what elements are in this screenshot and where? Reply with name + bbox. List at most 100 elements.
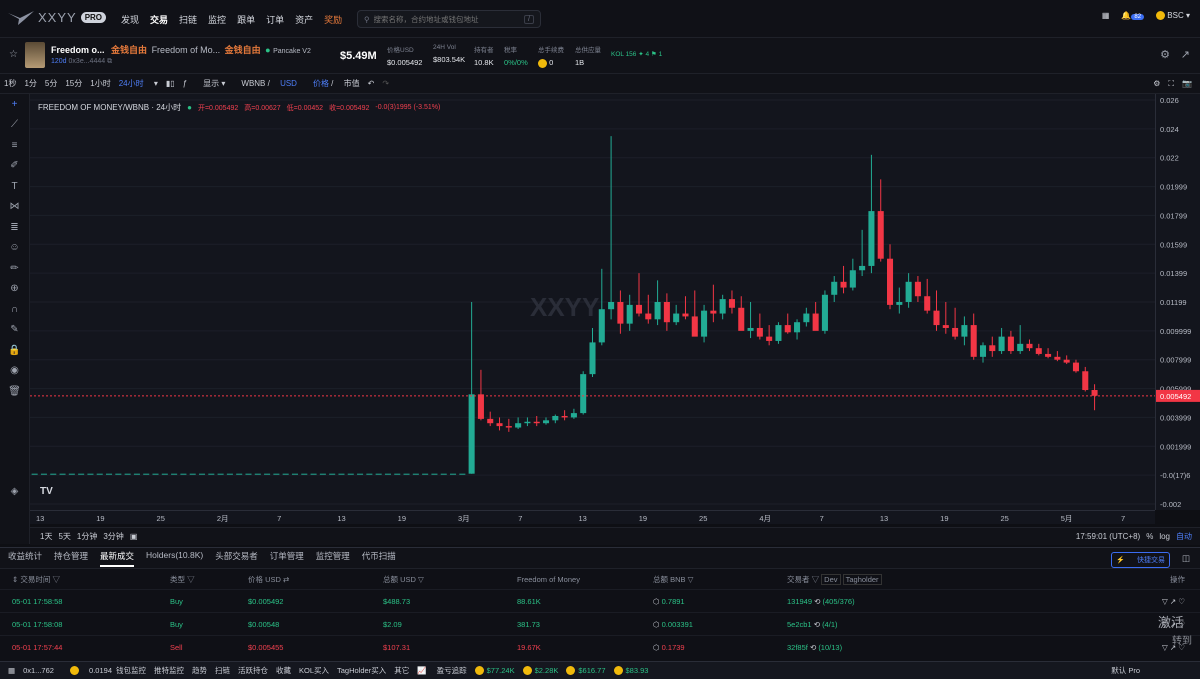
trader-address[interactable]: 131949 [787, 597, 812, 606]
ruler-icon[interactable]: ✏ [0, 258, 29, 279]
tab-4[interactable]: 头部交易者 [215, 550, 258, 567]
brand-logo[interactable]: XXYY PRO [8, 10, 107, 25]
copy-icon[interactable]: ⧉ [107, 58, 112, 65]
quick-trade-button[interactable]: ⚡ 快捷交易 [1111, 552, 1170, 568]
interval-0[interactable]: 1秒 [4, 79, 16, 88]
kol-stats[interactable]: KOL 156 ✦ 4 ⚑ 1 [611, 50, 662, 58]
status-link-4[interactable]: 活跃持仓 [238, 666, 268, 675]
status-link-8[interactable]: 其它 [394, 666, 409, 675]
emoji-icon[interactable]: ☺ [0, 238, 29, 259]
header-trader[interactable]: 交易者 ▽ Dev Tagholder [787, 573, 1137, 585]
indicator-icon[interactable]: ƒ [183, 79, 187, 88]
status-link-0[interactable]: 钱包监控 [116, 666, 146, 675]
price-chart[interactable]: XXYY TV [30, 94, 1155, 510]
interval-3[interactable]: 15分 [65, 79, 82, 88]
status-link-1[interactable]: 推特监控 [154, 666, 184, 675]
status-link-6[interactable]: KOL买入 [299, 666, 329, 675]
share-icon[interactable]: ↗ [1181, 48, 1190, 61]
layers-icon[interactable]: ◈ [0, 482, 29, 503]
trendline-icon[interactable]: ⟋ [0, 115, 29, 136]
tab-1[interactable]: 持仓管理 [54, 550, 88, 567]
search-input[interactable] [373, 14, 525, 24]
dev-filter[interactable]: Dev [821, 573, 841, 585]
header-time[interactable]: ⇕ 交易时间 ▽ [0, 574, 170, 585]
chain-selector[interactable]: BSC ▾ [1156, 11, 1190, 21]
header-bnb[interactable]: 总额 BNB ▽ [653, 574, 787, 585]
lock-draw-icon[interactable]: ✎ [0, 320, 29, 341]
eye-icon[interactable]: ◉ [0, 361, 29, 382]
trade-trader[interactable]: 131949 ⟲ (405/376) [787, 597, 1137, 606]
interval-dropdown-icon[interactable]: ▾ [152, 79, 158, 88]
price-axis[interactable]: 0.026 0.024 0.022 0.01999 0.01799 0.01599 0.01… [1155, 94, 1200, 510]
wallet-address[interactable]: 0x1...762 [23, 666, 54, 675]
status-link-2[interactable]: 趋势 [192, 666, 207, 675]
trader-link-icon[interactable]: ⟲ [812, 620, 822, 629]
trader-address[interactable]: 32f85f [787, 643, 808, 652]
trader-link-icon[interactable]: ⟲ [812, 597, 822, 606]
range-3[interactable]: 3分钟 [103, 532, 123, 541]
trash-icon[interactable]: 🗑 [0, 381, 29, 402]
tab-0[interactable]: 收益统计 [8, 550, 42, 567]
trader-link-icon[interactable]: ⟲ [808, 643, 818, 652]
heart-icon[interactable]: ♡ [1178, 597, 1185, 606]
search-box[interactable]: ⚲ / [357, 10, 541, 28]
fib-icon[interactable]: ≡ [0, 135, 29, 156]
table-row[interactable]: 05-01 17:58:58 Buy $0.005492 $488.73 88.61K ⬡… [0, 589, 1200, 612]
candle-type-icon[interactable]: ▮▯ [166, 79, 175, 88]
range-2[interactable]: 1分钟 [77, 532, 97, 541]
chart-settings-icon[interactable]: ⚙ [1153, 79, 1160, 88]
percent-toggle[interactable]: % [1146, 532, 1153, 541]
tab-6[interactable]: 监控管理 [316, 550, 350, 567]
range-0[interactable]: 1天 [40, 532, 52, 541]
tagholder-filter[interactable]: Tagholder [842, 573, 882, 585]
bell-icon[interactable]: 🔔 82 [1121, 11, 1145, 21]
nav-item-1[interactable]: 交易 [150, 13, 168, 26]
fullscreen-icon[interactable]: ⛶ [1168, 79, 1174, 89]
nav-item-0[interactable]: 发现 [121, 13, 139, 26]
panel-toggle-icon[interactable]: ◫ [1182, 553, 1190, 564]
undo-icon[interactable]: ↶ [368, 79, 375, 88]
status-link-7[interactable]: TagHolder买入 [337, 666, 386, 675]
mode-toggle[interactable]: 价格 / 市值 [305, 78, 360, 89]
status-link-5[interactable]: 收藏 [276, 666, 291, 675]
tab-2[interactable]: 最新成交 [100, 550, 135, 567]
nav-item-3[interactable]: 监控 [208, 13, 226, 26]
trade-trader[interactable]: 5e2cb1 ⟲ (4/1) [787, 620, 1137, 629]
mode-switch[interactable]: 默认 Pro [1111, 665, 1140, 676]
nav-item-4[interactable]: 跟单 [237, 13, 255, 26]
interval-1[interactable]: 1分 [24, 79, 36, 88]
table-row[interactable]: 05-01 17:58:08 Buy $0.00548 $2.09 381.73 ⬡ 0.… [0, 612, 1200, 635]
measure-lines-icon[interactable]: ≣ [0, 217, 29, 238]
trade-trader[interactable]: 32f85f ⟲ (10/13) [787, 643, 1137, 652]
nav-item-6[interactable]: 资产 [295, 13, 313, 26]
tab-3[interactable]: Holders(10.8K) [146, 550, 203, 567]
interval-5[interactable]: 24小时 [119, 79, 144, 88]
lock-icon[interactable]: 🔒 [0, 340, 29, 361]
redo-icon[interactable]: ↷ [382, 79, 389, 88]
tab-5[interactable]: 订单管理 [270, 550, 304, 567]
trader-address[interactable]: 5e2cb1 [787, 620, 812, 629]
status-link-3[interactable]: 扫链 [215, 666, 230, 675]
interval-2[interactable]: 5分 [45, 79, 57, 88]
pair-toggle[interactable]: WBNB / USD [233, 79, 297, 88]
log-toggle[interactable]: log [1159, 532, 1170, 541]
star-icon[interactable]: ☆ [9, 49, 18, 60]
nav-item-2[interactable]: 扫链 [179, 13, 197, 26]
time-axis[interactable]: 13 19 25 2月 7 13 19 3月 7 13 19 25 4月 7 13 19 25 5月 7 [30, 510, 1155, 524]
header-usd[interactable]: 总额 USD ▽ [383, 574, 517, 585]
brush-icon[interactable]: ✐ [0, 156, 29, 177]
clock-time[interactable]: 17:59:01 (UTC+8) [1076, 532, 1140, 541]
header-type[interactable]: 类型 ▽ [170, 574, 248, 585]
interval-4[interactable]: 1小时 [90, 79, 110, 88]
apps-grid-icon[interactable]: ▦ [1102, 11, 1110, 20]
header-price[interactable]: 价格 USD ⇄ [248, 574, 383, 585]
tab-7[interactable]: 代币扫描 [362, 550, 396, 567]
pattern-icon[interactable]: ⋈ [0, 197, 29, 218]
pnl-tracker[interactable]: 📈 盈亏追踪 [417, 665, 466, 676]
filter-icon[interactable]: ▽ [1162, 643, 1170, 652]
external-link-icon[interactable]: ↗ [1170, 597, 1178, 606]
settings-gear-icon[interactable]: ⚙ [1160, 48, 1170, 61]
table-row[interactable]: 05-01 17:57:44 Sell $0.005455 $107.31 19.67K… [0, 635, 1200, 658]
range-1[interactable]: 5天 [58, 532, 70, 541]
magnet-icon[interactable]: ∩ [0, 299, 29, 320]
